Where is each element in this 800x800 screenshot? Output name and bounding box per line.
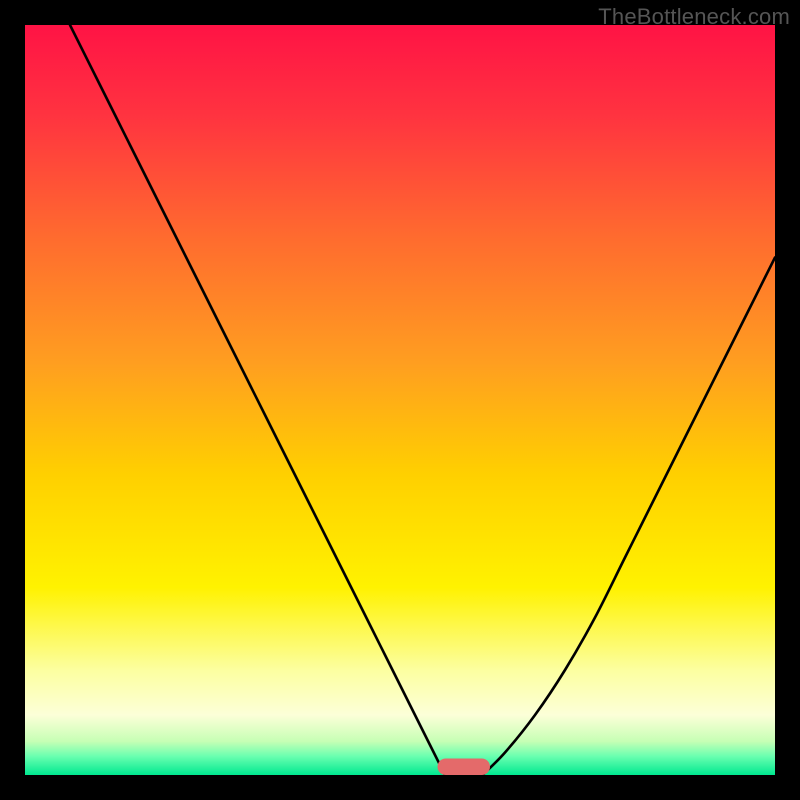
attribution-text: TheBottleneck.com (598, 4, 790, 30)
optimum-marker (438, 759, 491, 776)
bottleneck-curve-chart (25, 25, 775, 775)
plot-area (25, 25, 775, 775)
gradient-background (25, 25, 775, 775)
chart-frame: TheBottleneck.com (0, 0, 800, 800)
